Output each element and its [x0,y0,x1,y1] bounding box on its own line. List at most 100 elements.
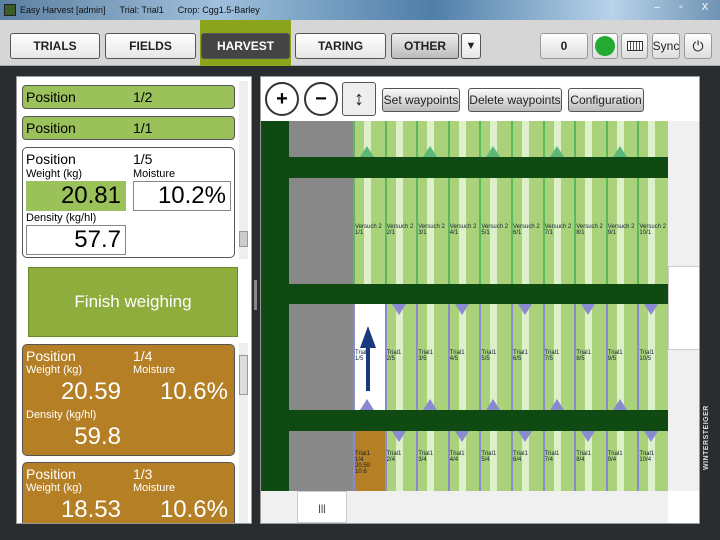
position-label: Position [26,89,76,105]
position-value: 1/1 [133,120,153,136]
arrow-down-icon [581,304,596,315]
plot-label: Trial1 7/4 [544,451,560,463]
app-title: Easy Harvest [admin] [20,5,106,15]
plot-label: Trial1 3/4 [418,451,433,463]
arrow-up-icon [612,146,627,157]
moisture-label: Moisture [133,168,176,180]
position-item-done[interactable]: Position 1/1 [22,116,235,140]
tab-trials[interactable]: TRIALS [10,33,100,59]
plot-label: Versuch 2 5/1 [481,224,509,236]
arrow-down-icon [644,304,659,315]
plot-track [585,121,593,157]
position-item-done[interactable]: Position 1/2 [22,85,235,109]
minimize-button[interactable]: – [648,2,666,13]
moisture-field[interactable]: 10.2% [133,181,231,211]
plot-label: Trial1 1/4 20.59 10.6 [355,451,371,475]
density-label: Density (kg/hl) [26,409,97,421]
position-label: Position [26,348,76,364]
headland-block [289,304,353,410]
arrow-down-icon [518,304,532,315]
zoom-out-icon[interactable]: − [304,82,338,116]
arrow-up-icon [360,399,374,410]
plot-label: Versuch 2 4/1 [449,224,477,236]
position-label: Position [26,151,76,167]
position-value: 1/2 [133,89,153,105]
headland-block [289,178,353,284]
position-value: 1/3 [133,466,153,482]
plot-track [648,121,656,157]
weight-label: Weight (kg) [26,364,83,376]
position-label: Position [26,120,76,136]
plot-label: Versuch 2 1/1 [355,224,382,236]
plot-label: Trial1 3/5 [418,350,433,362]
app-icon [4,4,16,16]
plot-label: Trial1 5/5 [481,350,497,362]
finish-weighing-button[interactable]: Finish weighing [28,267,238,337]
main-toolbar: TRIALS FIELDS HARVEST TARING OTHER ▼ 0 S… [0,20,720,66]
moisture-label: Moisture [133,364,176,376]
plot-label: Trial1 4/4 [449,451,465,463]
history-card: Position 1/4 Weight (kg) Moisture 20.59 … [22,344,235,456]
arrow-up-icon [423,146,438,157]
headland-block [289,431,353,491]
position-list: Position 1/2 Position 1/1 Position 1/5 Wei… [16,76,252,524]
status-indicator [592,33,618,59]
set-waypoints-button[interactable]: Set waypoints [382,88,460,112]
density-label: Density (kg/hl) [26,212,97,224]
position-label: Position [26,466,76,482]
arrow-up-icon [486,146,501,157]
keyboard-icon[interactable] [621,33,648,59]
arrow-down-icon [518,431,532,442]
plot-label: Trial1 6/5 [513,350,528,362]
tab-fields[interactable]: FIELDS [105,33,196,59]
plot-label: Trial1 2/4 [386,451,402,463]
close-button[interactable]: X [696,2,714,13]
plot-label: Versuch 2 3/1 [418,224,445,236]
weight-label: Weight (kg) [26,168,83,180]
panel-splitter[interactable] [254,280,257,310]
plot-label: Trial1 2/5 [386,350,402,362]
map-panel: + − ↕ Set waypoints Delete waypoints Con… [260,76,700,524]
plot-label: Trial1 9/5 [607,350,623,362]
weight-field[interactable]: 20.81 [26,181,126,211]
weight-value: 18.53 [60,496,121,523]
maximize-button[interactable]: ▫ [672,2,690,13]
arrow-down-icon [454,304,469,315]
plot-label: Versuch 2 7/1 [544,224,572,236]
plot-label: Trial1 4/5 [449,350,465,362]
tab-taring[interactable]: TARING [295,33,386,59]
configuration-button[interactable]: Configuration [568,88,644,112]
position-value: 1/4 [133,348,153,364]
moisture-value: 10.6% [159,378,228,405]
dropdown-icon[interactable]: ▼ [461,33,481,59]
arrow-down-icon [391,304,406,315]
plot-label: Trial1 5/4 [481,451,497,463]
power-icon[interactable]: ⏻ [684,33,712,59]
arrow-up-icon [549,399,564,410]
density-field[interactable]: 57.7 [26,225,126,255]
direction-toggle-icon[interactable]: ↕ [342,82,376,116]
field-map[interactable]: Versuch 2 1/1 Versuch 2 2/1 Versuch 2 3/1 V… [261,121,668,491]
zoom-in-icon[interactable]: + [265,82,299,116]
delete-waypoints-button[interactable]: Delete waypoints [468,88,562,112]
sync-button[interactable]: Sync [652,33,680,59]
density-value: 59.8 [74,423,121,450]
plot-label: Versuch 2 6/1 [513,224,540,236]
plot-track [458,121,466,157]
history-scrollbar[interactable] [239,343,248,523]
title-bar: Easy Harvest [admin] Trial: Trial1 Crop:… [0,0,720,20]
tab-other[interactable]: OTHER [391,33,459,59]
current-position-card: Position 1/5 Weight (kg) Moisture 20.81 … [22,147,235,258]
plot-label: Versuch 2 10/1 [639,224,667,236]
history-card: Position 1/3 Weight (kg) Moisture 18.53 … [22,462,235,523]
map-horizontal-scrollbar[interactable]: ||| [261,491,668,523]
map-vertical-scrollbar[interactable] [668,121,699,491]
plot-label: Trial1 7/5 [544,350,560,362]
weight-label: Weight (kg) [26,482,83,494]
moisture-label: Moisture [133,482,176,494]
counter-display: 0 [540,33,588,59]
plot-label: Trial1 10/4 [639,451,655,463]
top-list-scrollbar[interactable] [239,81,248,259]
tab-harvest[interactable]: HARVEST [201,33,290,59]
plot-label: Trial1 8/5 [576,350,591,362]
